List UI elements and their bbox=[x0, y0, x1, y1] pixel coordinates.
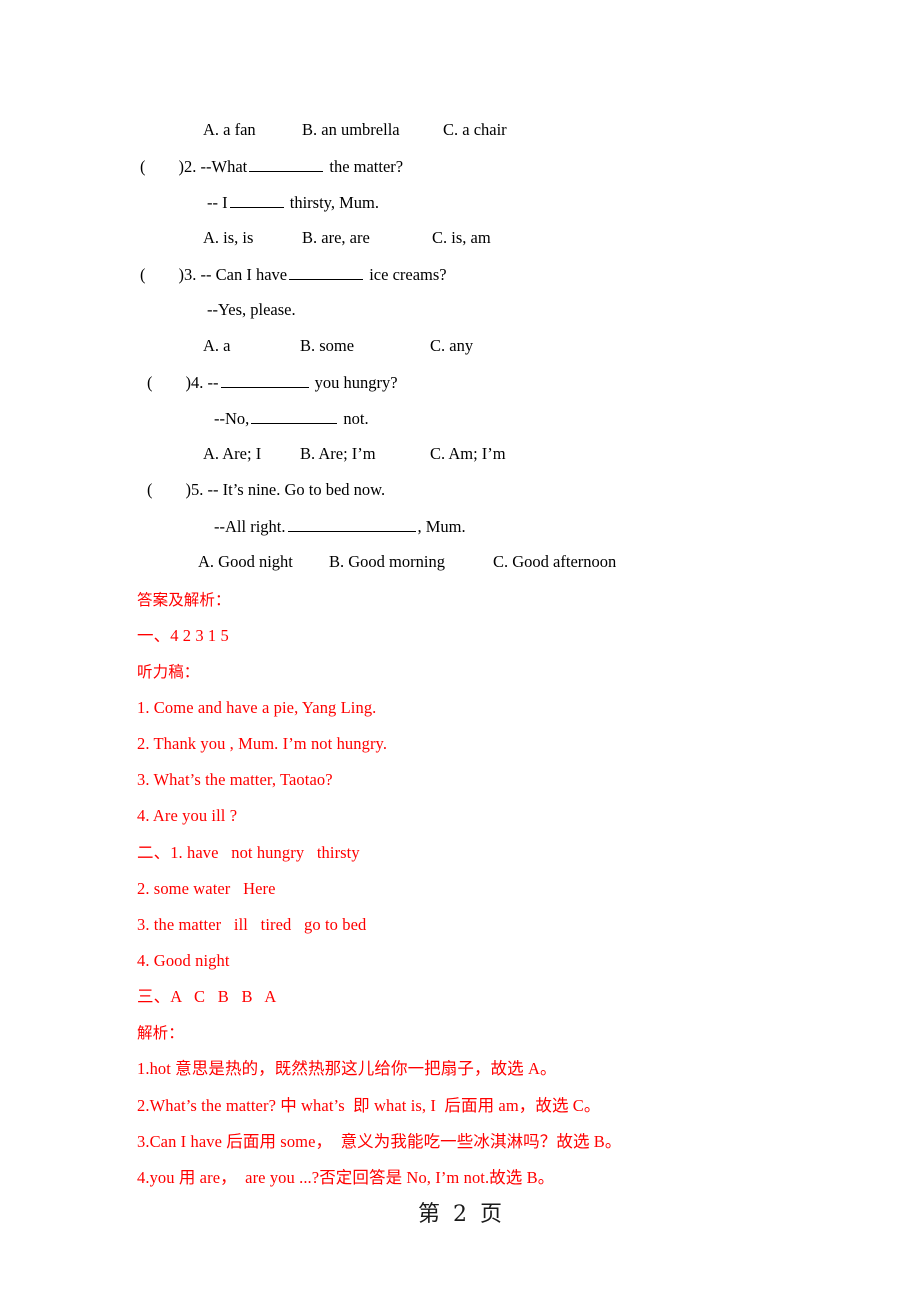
question-2-prompt-post: the matter? bbox=[329, 157, 404, 177]
question-5-blank-1[interactable] bbox=[287, 516, 416, 533]
question-3-option-c[interactable]: C. any bbox=[430, 336, 473, 356]
question-4-prompt-post: you hungry? bbox=[314, 373, 398, 393]
page-footer: 第 2 页 bbox=[418, 1202, 505, 1227]
question-4-bracket[interactable]: ( ) bbox=[147, 373, 191, 392]
question-5-number: 5. bbox=[191, 480, 204, 499]
question-3-prompt-pre: -- Can I have bbox=[200, 265, 288, 285]
question-4-blank-2[interactable] bbox=[251, 408, 338, 425]
question-2-options: A. is, is B. are, are C. is, am bbox=[0, 228, 491, 328]
listening-script-heading: 听力稿： bbox=[137, 663, 200, 681]
question-3-options: A. a B. some C. any bbox=[0, 336, 473, 436]
question-2-option-a[interactable]: A. is, is bbox=[203, 228, 253, 248]
question-4-number: 4. bbox=[191, 373, 204, 393]
analysis-line-4: 4.you 用 are， are you ...?否定回答是 No, I’m n… bbox=[137, 1168, 555, 1187]
answer-section-two-line-3: 3. the matter ill tired go to bed bbox=[137, 915, 367, 934]
question-3-blank-1[interactable] bbox=[289, 264, 364, 281]
listening-line-2: 2. Thank you , Mum. I’m not hungry. bbox=[137, 734, 388, 753]
listening-line-4: 4. Are you ill ? bbox=[137, 806, 238, 825]
question-3-bracket[interactable]: ( ) bbox=[140, 265, 184, 284]
question-3-reply: --Yes, please. bbox=[207, 300, 296, 319]
question-4-reply: --No, not. bbox=[214, 408, 369, 429]
question-4-stem: ( )4. -- you hungry? bbox=[147, 372, 398, 393]
answer-key-heading: 答案及解析： bbox=[137, 591, 231, 609]
answer-section-three: 三、A C B B A bbox=[137, 987, 277, 1006]
question-2-blank-2[interactable] bbox=[229, 192, 284, 209]
question-5-stem: ( )5. -- It’s nine. Go to bed now. bbox=[147, 480, 385, 500]
question-4-blank-1[interactable] bbox=[220, 372, 309, 389]
question-5-bracket[interactable]: ( ) bbox=[147, 480, 191, 499]
question-3-stem: ( )3. -- Can I have ice creams? bbox=[140, 264, 447, 285]
question-2-reply: -- I thirsty, Mum. bbox=[207, 192, 379, 213]
question-3-option-a[interactable]: A. a bbox=[203, 336, 231, 356]
question-5-reply: --All right. , Mum. bbox=[214, 516, 466, 537]
question-4-reply-pre: --No, bbox=[214, 409, 250, 429]
question-2-bracket[interactable]: ( ) bbox=[140, 157, 184, 176]
question-1-option-b[interactable]: B. an umbrella bbox=[302, 120, 400, 140]
question-2-option-b[interactable]: B. are, are bbox=[302, 228, 370, 248]
question-5-reply-post: , Mum. bbox=[417, 517, 466, 537]
listening-line-3: 3. What’s the matter, Taotao? bbox=[137, 770, 333, 789]
question-1-option-a[interactable]: A. a fan bbox=[203, 120, 256, 140]
question-5-option-b[interactable]: B. Good morning bbox=[329, 552, 445, 572]
answer-section-two-line-4: 4. Good night bbox=[137, 951, 230, 970]
question-2-prompt-pre: --What bbox=[200, 157, 248, 177]
question-2-reply-pre: -- I bbox=[207, 193, 228, 213]
answer-section-two-line-2: 2. some water Here bbox=[137, 879, 276, 898]
question-5-reply-pre: --All right. bbox=[214, 517, 286, 537]
question-1-options: A. a fan B. an umbrella C. a chair bbox=[0, 120, 507, 220]
question-4-reply-post: not. bbox=[343, 409, 369, 429]
question-2-stem: ( )2. --What the matter? bbox=[140, 156, 403, 177]
question-4-option-c[interactable]: C. Am; I’m bbox=[430, 444, 506, 464]
question-2-number: 2. bbox=[184, 157, 197, 177]
worksheet-page: A. a fan B. an umbrella C. a chair ( )2.… bbox=[0, 0, 920, 1302]
question-5-option-c[interactable]: C. Good afternoon bbox=[493, 552, 616, 572]
analysis-line-2: 2.What’s the matter? 中 what’s 即 what is,… bbox=[137, 1096, 601, 1115]
question-5-option-a[interactable]: A. Good night bbox=[198, 552, 293, 572]
question-2-reply-post: thirsty, Mum. bbox=[289, 193, 379, 213]
listening-line-1: 1. Come and have a pie, Yang Ling. bbox=[137, 698, 377, 717]
question-3-number: 3. bbox=[184, 265, 197, 285]
analysis-line-3: 3.Can I have 后面用 some， 意义为我能吃一些冰淇淋吗？故选 B… bbox=[137, 1132, 622, 1151]
question-2-option-c[interactable]: C. is, am bbox=[432, 228, 491, 248]
question-3-option-b[interactable]: B. some bbox=[300, 336, 354, 356]
question-5-prompt: -- It’s nine. Go to bed now. bbox=[207, 480, 386, 499]
answer-section-two-line-1: 二、1. have not hungry thirsty bbox=[137, 843, 360, 862]
question-2-blank-1[interactable] bbox=[249, 156, 324, 173]
question-3-prompt-post: ice creams? bbox=[369, 265, 447, 285]
question-4-option-a[interactable]: A. Are; I bbox=[203, 444, 261, 464]
question-4-option-b[interactable]: B. Are; I’m bbox=[300, 444, 376, 464]
question-5-options: A. Good night B. Good morning C. Good af… bbox=[0, 552, 616, 652]
question-4-prompt-pre: -- bbox=[207, 373, 219, 393]
question-4-options: A. Are; I B. Are; I’m C. Am; I’m bbox=[0, 444, 506, 544]
analysis-line-1: 1.hot 意思是热的，既然热那这儿给你一把扇子，故选 A。 bbox=[137, 1059, 557, 1078]
answer-section-one: 一、4 2 3 1 5 bbox=[137, 626, 229, 645]
analysis-heading: 解析： bbox=[137, 1024, 184, 1042]
question-1-option-c[interactable]: C. a chair bbox=[443, 120, 507, 140]
